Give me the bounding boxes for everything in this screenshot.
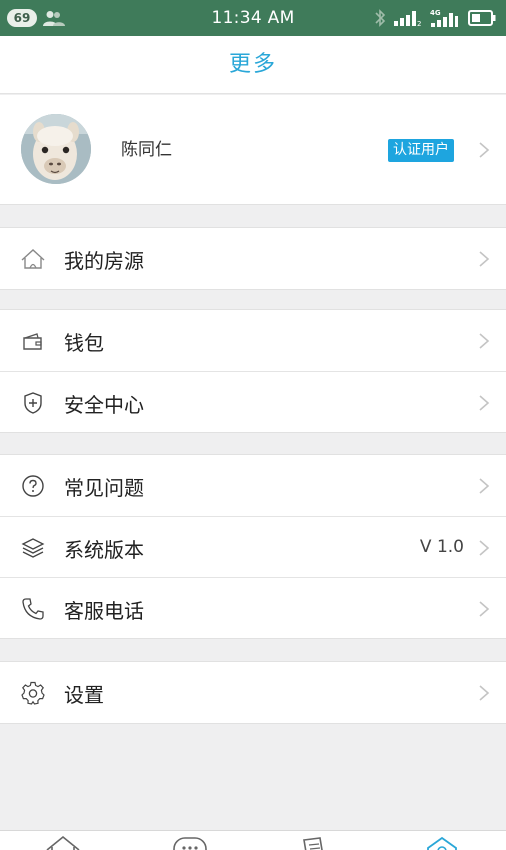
chevron-right-icon [479,333,490,349]
menu-group-help: 常见问题 系统版本 V 1.0 客服电话 [0,454,506,639]
menu-item-label: 设置 [64,683,104,707]
house-icon [21,249,45,269]
wallet-icon [23,333,42,350]
menu-item-security-center[interactable]: 安全中心 [0,371,506,432]
profile-name: 陈同仁 [121,140,172,160]
shield-icon [24,392,42,414]
title-bar: 更多 [0,36,506,94]
chevron-right-icon [479,478,490,494]
page-title: 更多 [228,52,277,77]
menu-item-my-listings[interactable]: 我的房源 [0,228,506,289]
status-icons: 2 4G [374,8,496,28]
chevron-right-icon [479,142,490,158]
chevron-right-icon [479,601,490,617]
tab-documents-icon[interactable] [294,834,334,850]
profile-card[interactable]: 陈同仁 认证用户 [0,95,506,205]
signal-4g-icon: 4G [430,9,458,27]
battery-icon [468,10,496,26]
chevron-right-icon [479,685,490,701]
layers-icon [21,538,45,558]
chevron-right-icon [479,251,490,267]
menu-item-faq[interactable]: 常见问题 [0,455,506,516]
gear-icon [21,681,45,705]
menu-item-label: 我的房源 [64,249,144,273]
menu-item-label: 钱包 [64,331,104,355]
status-bar: 69 11:34 AM 2 4G [0,0,506,36]
menu-item-label: 系统版本 [64,538,144,562]
tab-more-icon[interactable] [422,834,462,850]
tab-messages-icon[interactable] [170,834,210,850]
bottom-tab-bar [0,830,506,850]
menu-item-wallet[interactable]: 钱包 [0,310,506,371]
avatar[interactable] [21,114,91,184]
phone-icon [22,598,44,620]
bluetooth-icon [375,9,386,27]
menu-item-label: 客服电话 [64,599,144,623]
menu-item-label: 常见问题 [64,476,144,500]
verified-badge: 认证用户 [388,139,454,162]
network-type-label: 4G [430,9,441,17]
menu-item-customer-service[interactable]: 客服电话 [0,577,506,638]
question-icon [22,475,44,497]
menu-group-settings: 设置 [0,661,506,724]
svg-text:2: 2 [417,20,421,27]
tab-home-icon[interactable] [43,834,83,850]
menu-item-system-version[interactable]: 系统版本 V 1.0 [0,516,506,577]
signal-icon: 2 [394,11,421,27]
version-value: V 1.0 [419,537,464,557]
chevron-right-icon [479,540,490,556]
menu-item-settings[interactable]: 设置 [0,662,506,723]
alpaca-avatar-image [21,114,91,184]
menu-group-account: 钱包 安全中心 [0,309,506,433]
chevron-right-icon [479,395,490,411]
menu-item-label: 安全中心 [64,393,144,417]
menu-group-listings: 我的房源 [0,227,506,290]
